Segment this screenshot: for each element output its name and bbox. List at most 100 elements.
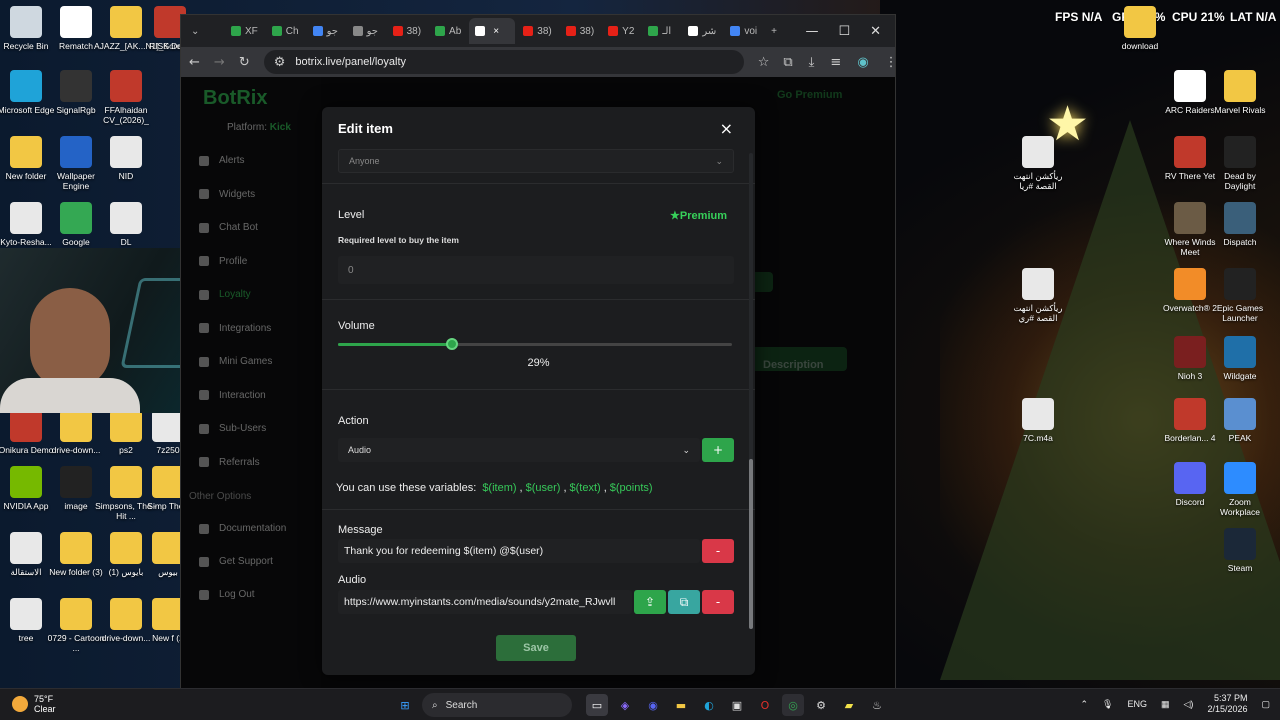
folder-icon <box>10 136 42 168</box>
browser-tab[interactable]: 38) <box>560 18 600 44</box>
desktop-icon[interactable]: ريأكشن انتهت القصة #ري <box>1006 268 1070 323</box>
task-view-icon[interactable]: ▭ <box>586 694 608 716</box>
settings-icon[interactable]: ⚙ <box>810 694 832 716</box>
browser-tab[interactable]: جو <box>307 18 345 44</box>
browser-tab[interactable]: XF <box>225 18 264 44</box>
clock[interactable]: 5:37 PM 2/15/2026 <box>1207 693 1247 715</box>
gear-icon <box>10 202 42 234</box>
taskbar-search[interactable]: ⌕ Search <box>422 693 572 717</box>
action-select[interactable]: Audio ⌄ <box>338 438 700 462</box>
library-icon[interactable]: ⧉ <box>668 590 700 614</box>
volume-slider-handle[interactable] <box>446 338 459 350</box>
tab-label: 38) <box>579 25 595 37</box>
opera-icon[interactable]: O <box>754 694 776 716</box>
close-window-icon[interactable]: ✕ <box>870 24 881 39</box>
language-indicator[interactable]: ENG <box>1127 699 1147 709</box>
media-icon[interactable]: ≡ <box>830 55 841 70</box>
microphone-icon[interactable]: 🎙 <box>1102 699 1113 710</box>
steam-icon[interactable]: ♨ <box>866 694 888 716</box>
desktop-icon[interactable]: ريأكشن انتهت القصة #ريا <box>1006 136 1070 191</box>
desktop-icon[interactable]: DL <box>94 202 158 247</box>
close-tab-icon[interactable]: × <box>493 26 499 37</box>
video-icon <box>1022 136 1054 168</box>
tab-strip: ⌄ XF Ch جو جو 38) Ab × 38) 38) Y2 الـ شر voi + — ☐ ✕ <box>181 15 895 47</box>
site-info-icon[interactable]: ⚙ <box>274 55 286 70</box>
level-input[interactable]: 0 <box>338 256 734 284</box>
edge-icon[interactable]: ◐ <box>698 694 720 716</box>
back-icon[interactable]: ← <box>189 55 200 70</box>
address-bar: ← → ↻ ⚙ botrix.live/panel/loyalty ☆ ⧉ ⤓ … <box>181 47 898 77</box>
video-icon <box>1022 268 1054 300</box>
browser-tab[interactable]: × <box>469 18 516 44</box>
browser-tab[interactable]: Y2 <box>602 18 640 44</box>
notifications-icon[interactable]: ▢ <box>1261 699 1270 710</box>
network-icon[interactable]: ▦ <box>1161 699 1170 710</box>
maximize-icon[interactable]: ☐ <box>838 24 850 39</box>
browser-tab[interactable]: Ab <box>429 18 467 44</box>
desktop-icon[interactable]: Marvel Rivals <box>1208 70 1272 115</box>
browser-tab[interactable]: الـ <box>642 18 680 44</box>
desktop-icon[interactable]: NID <box>94 136 158 181</box>
minimize-icon[interactable]: — <box>805 24 818 39</box>
start-icon[interactable]: ⊞ <box>394 694 416 716</box>
browser-tab[interactable]: 38) <box>387 18 427 44</box>
volume-value: 29% <box>527 357 550 369</box>
tab-label: Ch <box>285 25 299 37</box>
message-input[interactable]: Thank you for redeeming $(item) @$(user) <box>338 539 700 563</box>
chrome-icon[interactable]: ◎ <box>782 694 804 716</box>
desktop-icon[interactable]: Epic Games Launcher <box>1208 268 1272 323</box>
profile-avatar[interactable]: ◉ <box>857 55 868 70</box>
desktop-icon[interactable]: PEAK <box>1208 398 1272 443</box>
steam-icon <box>1224 528 1256 560</box>
weather-widget[interactable]: 75°F Clear <box>12 694 56 714</box>
store-icon[interactable]: ▣ <box>726 694 748 716</box>
desktop-icon-label: Steam <box>1227 563 1253 573</box>
browser-tab[interactable]: 38) <box>517 18 557 44</box>
chevron-down-icon: ⌄ <box>715 155 723 166</box>
download-icon[interactable]: ⤓ <box>809 55 815 70</box>
browser-tab[interactable]: شر <box>682 18 722 44</box>
chevron-up-icon[interactable]: ⌃ <box>1081 699 1089 710</box>
system-tray: ⌃ 🎙 ENG ▦ ◁) 5:37 PM 2/15/2026 ▢ <box>1081 693 1271 715</box>
browser-tab[interactable]: جو <box>347 18 385 44</box>
desktop-icon-label: PEAK <box>1228 433 1252 443</box>
volume-icon[interactable]: ◁) <box>1184 699 1194 710</box>
tab-search-button[interactable]: ⌄ <box>185 18 223 44</box>
menu-icon[interactable]: ⋮ <box>885 55 898 70</box>
desktop-icon[interactable]: 7C.m4a <box>1006 398 1070 443</box>
reload-icon[interactable]: ↻ <box>239 55 250 70</box>
close-icon[interactable]: × <box>720 119 733 138</box>
bookmark-star-icon[interactable]: ☆ <box>758 55 770 70</box>
copilot-icon[interactable]: ◈ <box>614 694 636 716</box>
remove-message-button[interactable]: - <box>702 539 734 563</box>
save-button[interactable]: Save <box>496 635 576 661</box>
remove-audio-button[interactable]: - <box>702 590 734 614</box>
desktop-icon[interactable]: Steam <box>1208 528 1272 573</box>
new-tab-button[interactable]: + <box>765 18 803 44</box>
desktop-icon[interactable]: Dispatch <box>1208 202 1272 247</box>
audio-url-input[interactable]: https://www.myinstants.com/media/sounds/… <box>338 590 632 614</box>
browser-tab[interactable]: voi <box>724 18 763 44</box>
extensions-icon[interactable]: ⧉ <box>783 55 792 70</box>
upload-icon[interactable]: ⇪ <box>634 590 666 614</box>
forward-icon[interactable]: → <box>214 55 225 70</box>
desktop-icon-label: Dead by Daylight <box>1224 171 1256 191</box>
file-explorer-icon[interactable]: ▬ <box>670 694 692 716</box>
add-action-button[interactable]: + <box>702 438 734 462</box>
discord-icon[interactable]: ◉ <box>642 694 664 716</box>
modal-scrollbar-thumb[interactable] <box>749 459 753 629</box>
tab-favicon-icon <box>648 26 659 36</box>
tab-favicon-icon <box>688 26 699 36</box>
url-input[interactable]: ⚙ botrix.live/panel/loyalty <box>263 50 744 74</box>
desktop-icon[interactable]: download <box>1108 6 1172 51</box>
tab-favicon-icon <box>352 26 363 36</box>
desktop-icon[interactable]: Wildgate <box>1208 336 1272 381</box>
volume-slider[interactable] <box>338 338 732 350</box>
desktop-icon[interactable]: FFAlhaidan CV_(2026)_ <box>94 70 158 125</box>
browser-tab[interactable]: Ch <box>266 18 305 44</box>
desktop-icon[interactable]: Zoom Workplace <box>1208 462 1272 517</box>
who-can-buy-select[interactable]: Anyone ⌄ <box>338 149 734 173</box>
desktop-icon[interactable]: Dead by Daylight <box>1208 136 1272 191</box>
clock-date: 2/15/2026 <box>1207 704 1248 714</box>
sticky-notes-icon[interactable]: ▰ <box>838 694 860 716</box>
